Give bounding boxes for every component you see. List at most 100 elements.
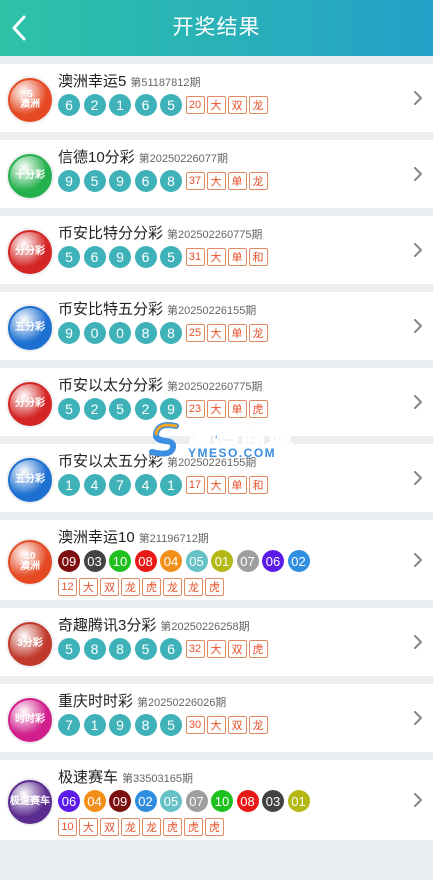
result-ball: 04 [160,550,182,572]
result-tag: 单 [227,324,247,342]
result-ball: 9 [58,170,80,192]
result-tag: 龙 [248,716,268,734]
result-tag: 大 [79,818,98,836]
chevron-right-icon[interactable] [413,553,423,567]
result-balls: 5 6 9 6 5 31 大单和 [58,246,270,268]
lottery-row[interactable]: 10 澳洲 澳洲幸运10 第21196712期 09 03 10 08 04 05 01 07 06 0… [0,520,433,600]
result-ball: 09 [58,550,80,572]
result-ball: 7 [58,714,80,736]
result-tag: 龙 [163,578,182,596]
result-ball: 8 [160,322,182,344]
result-ball: 2 [134,398,157,420]
result-ball: 04 [83,790,106,812]
result-ball: 07 [185,790,208,812]
lottery-title: 信德10分彩 [58,149,135,166]
result-balls: 7 1 9 8 5 30 大双龙 [58,714,270,736]
result-ball: 05 [160,790,182,812]
result-tag: 龙 [248,324,268,342]
chevron-right-icon[interactable] [413,793,423,807]
watermark-subtitle: YMESO.COM [188,446,277,460]
lottery-title: 极速赛车 [58,769,119,786]
result-tag: 大 [206,96,226,114]
result-balls: 09 03 10 08 04 05 01 07 06 02 [58,550,313,572]
chevron-right-icon[interactable] [413,167,423,181]
result-ball: 6 [58,94,80,116]
result-tag: 大 [206,248,226,266]
result-tag: 单 [227,400,247,418]
lucky10-logo: 10 澳洲 [8,540,52,584]
result-tag: 单 [227,476,247,494]
lottery-row[interactable]: 3分彩 奇趣腾讯3分彩 第20250226258期 5 8 8 5 6 32 大双虎 [0,608,433,676]
result-tag: 虎 [205,818,224,836]
result-ball: 06 [58,790,80,812]
result-tag: 虎 [205,578,224,596]
chevron-right-icon[interactable] [413,395,423,409]
result-tag: 25 [185,324,205,342]
result-tag: 17 [185,476,205,494]
result-ball: 10 [211,790,233,812]
lottery-row[interactable]: 极速赛车 极速赛车 第33503165期 06 04 09 02 05 07 10 08 03 01 10… [0,760,433,840]
chevron-right-icon[interactable] [413,319,423,333]
result-balls: 1 4 7 4 1 17 大单和 [58,474,270,496]
result-tag: 虎 [163,818,182,836]
lottery-row[interactable]: 五分彩 币安比特五分彩 第20250226155期 9 0 0 8 8 25 大单龙 [0,292,433,360]
issue-number: 第51187812期 [130,77,201,89]
result-ball: 1 [109,94,131,116]
result-ball: 8 [134,714,157,736]
result-ball: 06 [262,550,284,572]
result-ball: 8 [83,638,106,660]
issue-number: 第202502260775期 [167,381,263,393]
result-ball: 10 [109,550,131,572]
result-ball: 8 [134,322,157,344]
result-ball: 9 [109,714,131,736]
result-ball: 9 [109,170,131,192]
result-ball: 6 [134,246,157,268]
issue-number: 第20250226258期 [160,621,250,633]
lottery-row[interactable]: 5 澳洲 澳洲幸运5 第51187812期 6 2 1 6 5 20 大双龙 [0,64,433,132]
result-balls: 5 2 5 2 9 23 大单虎 [58,398,270,420]
result-tag: 大 [206,716,226,734]
chevron-right-icon[interactable] [413,471,423,485]
result-ball: 5 [83,170,106,192]
result-ball: 08 [236,790,259,812]
result-tag: 30 [185,716,205,734]
lottery-row[interactable]: 时时彩 重庆时时彩 第20250226026期 7 1 9 8 5 30 大双龙 [0,684,433,752]
result-ball: 03 [83,550,106,572]
lottery-name: 币安比特分分彩 第202502260775期 [58,222,262,243]
lottery-row[interactable]: 十分彩 信德10分彩 第20250226077期 9 5 9 6 8 37 大单龙 [0,140,433,208]
result-ball: 5 [58,246,80,268]
result-ball: 4 [134,474,157,496]
result-balls: 5 8 8 5 6 32 大双虎 [58,638,270,660]
result-tag: 20 [185,96,205,114]
result-ball: 5 [109,398,131,420]
watermark-logo-icon [149,422,179,457]
lottery-row[interactable]: 分分彩 币安比特分分彩 第202502260775期 5 6 9 6 5 31 大单和 [0,216,433,284]
result-tag: 双 [100,578,119,596]
minute-logo: 分分彩 [8,382,52,426]
result-tag: 龙 [121,818,140,836]
result-tag: 龙 [121,578,140,596]
result-ball: 5 [160,714,182,736]
lottery-name: 重庆时时彩 第20250226026期 [58,690,226,711]
result-ball: 8 [109,638,131,660]
five-minute-logo: 五分彩 [8,458,52,502]
chevron-right-icon[interactable] [413,635,423,649]
result-ball: 2 [83,94,106,116]
chevron-right-icon[interactable] [413,711,423,725]
racing-logo: 极速赛车 [8,780,52,824]
lottery-title: 奇趣腾讯3分彩 [58,617,157,634]
result-ball: 6 [134,94,157,116]
result-tag: 31 [185,248,205,266]
watermark: 源码商城 YMESO.COM [148,418,298,462]
lucky5-logo: 5 澳洲 [8,78,52,122]
result-ball: 6 [83,246,106,268]
result-tag: 大 [206,172,226,190]
result-tag: 12 [58,578,77,596]
result-ball: 6 [134,170,157,192]
result-tag: 37 [185,172,205,190]
result-tag: 大 [206,400,226,418]
chevron-right-icon[interactable] [413,91,423,105]
five-minute-logo: 五分彩 [8,306,52,350]
result-balls: 9 5 9 6 8 37 大单龙 [58,170,270,192]
chevron-right-icon[interactable] [413,243,423,257]
